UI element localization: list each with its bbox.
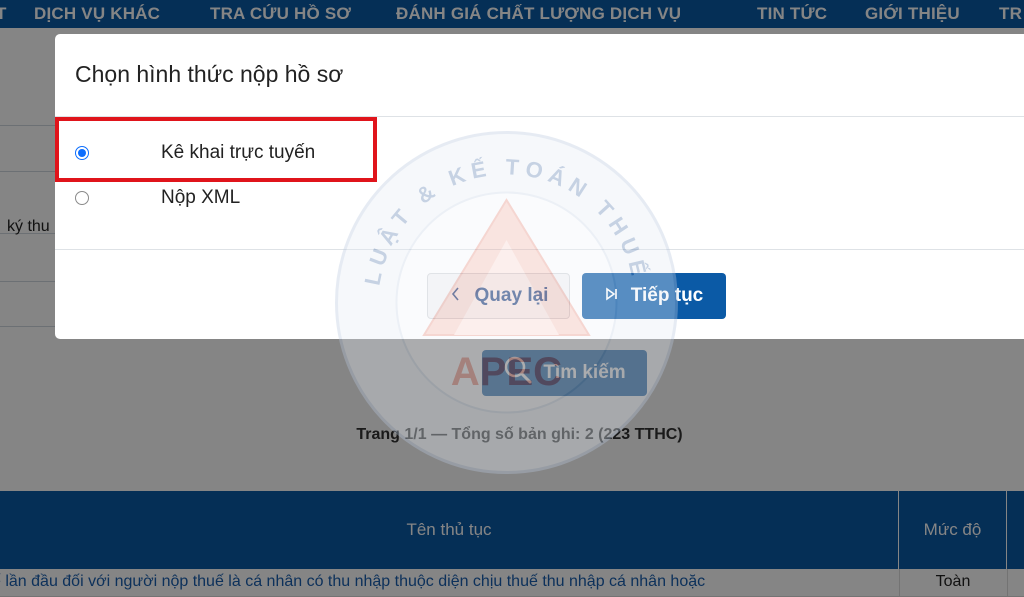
dialog-footer-divider bbox=[55, 249, 1024, 250]
annotation-highlight-box bbox=[55, 117, 377, 182]
dialog-title: Chọn hình thức nộp hồ sơ bbox=[75, 61, 344, 87]
back-button[interactable]: Quay lại bbox=[427, 273, 570, 319]
option-xml-upload[interactable]: Nộp XML bbox=[75, 185, 240, 211]
chevron-left-icon bbox=[449, 285, 463, 307]
next-step-icon bbox=[605, 285, 619, 307]
option-xml-upload-label: Nộp XML bbox=[161, 187, 241, 208]
continue-button-label: Tiếp tục bbox=[630, 285, 704, 306]
radio-xml-upload[interactable] bbox=[75, 191, 89, 205]
submission-method-dialog: Chọn hình thức nộp hồ sơ Kê khai trực tu… bbox=[55, 34, 1024, 339]
back-button-label: Quay lại bbox=[474, 285, 549, 306]
continue-button[interactable]: Tiếp tục bbox=[582, 273, 726, 319]
